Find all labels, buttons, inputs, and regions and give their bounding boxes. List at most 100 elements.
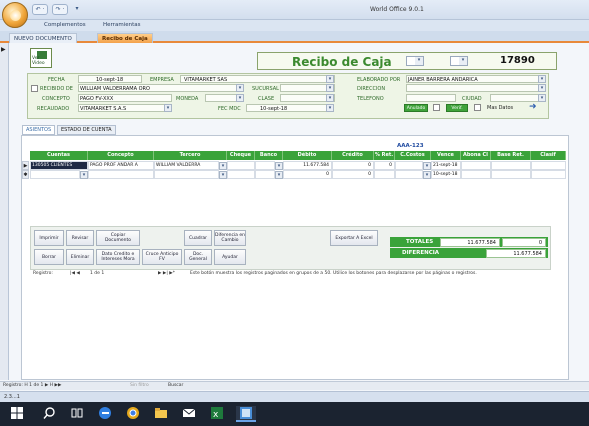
prefix-select[interactable]: ▾ [450,56,468,66]
anulado-button[interactable]: Anulado [404,104,428,112]
cell-ccostos[interactable] [395,161,423,170]
cruce-anticipo-button[interactable]: Cruce Anticipo FV [142,249,182,265]
verif-button[interactable]: Verif. [446,104,468,112]
cell-tercero[interactable]: WILLIAM VALDERRA [154,161,219,170]
borrar-button[interactable]: Borrar [34,249,64,265]
tab-recibo-de-caja[interactable]: Recibo de Caja [97,33,153,43]
chevron-down-icon[interactable]: ▾ [538,94,546,102]
chevron-down-icon[interactable]: ▾ [326,75,334,83]
mas-datos-label[interactable]: Mas Datos [487,105,513,111]
registro-value[interactable]: 1 de 1 [90,271,104,276]
chevron-down-icon[interactable]: ▾ [538,84,546,92]
chevron-down-icon[interactable]: ▾ [236,94,244,102]
chevron-down-icon[interactable]: ▾ [236,84,244,92]
windows-start-icon[interactable] [10,406,26,422]
ribbon-tab-complementos[interactable]: Complementos [44,22,86,28]
cell-debito[interactable]: 0 [283,170,332,179]
redo-icon[interactable]: ↷ · [52,4,68,15]
col-abona[interactable]: Abona CI [461,151,491,160]
cell-base-ret[interactable] [491,170,531,179]
chevron-down-icon[interactable]: ▾ [538,75,546,83]
col-ret[interactable]: % Ret. [374,151,395,160]
search-field[interactable]: Buscar [168,383,183,388]
cell-cuenta[interactable] [30,170,80,179]
first-record-icon[interactable]: |◀ ◀ [70,271,80,276]
imprimir-button[interactable]: Imprimir [34,230,64,246]
row-selector[interactable]: ▶ [22,161,29,170]
doc-general-button[interactable]: Doc. General [184,249,212,265]
arrow-right-icon[interactable]: ➜ [529,102,537,112]
chevron-down-icon[interactable]: ▾ [326,104,334,112]
col-banco[interactable]: Banco [255,151,283,160]
col-cuentas[interactable]: Cuentas [30,151,88,160]
fecmdc-field[interactable] [246,104,331,112]
cell-abona[interactable] [461,161,491,170]
ribbon-tab-herramientas[interactable]: Herramientas [103,22,140,28]
document-type-select[interactable]: ▾ [406,56,424,66]
cell-concepto[interactable] [88,170,154,179]
col-cheque[interactable]: Cheque [227,151,255,160]
col-debito[interactable]: Débito [283,151,332,160]
col-clasif[interactable]: Clasif [531,151,566,160]
dato-credito-button[interactable]: Dato Credito e Intereses Mora [96,249,140,265]
bottom-registro[interactable]: Registro: H 1 de 1 ▶ H ▶▶ [3,383,61,388]
col-vence[interactable]: Vence [431,151,461,160]
cell-ret[interactable]: 0 [374,161,395,170]
world-office-taskbar-icon[interactable] [236,406,256,422]
cell-clasif[interactable] [531,161,566,170]
search-icon[interactable] [42,406,58,422]
cell-credito[interactable]: 0 [332,161,374,170]
file-explorer-icon[interactable] [154,406,170,422]
chevron-down-icon[interactable]: ▾ [164,104,172,112]
cuadrar-button[interactable]: Cuadrar [184,230,212,246]
mail-icon[interactable] [182,406,198,422]
telefono-field[interactable] [406,94,456,102]
tab-estado-de-cuenta[interactable]: ESTADO DE CUENTA [57,125,116,135]
cell-cheque[interactable] [227,170,255,179]
new-row-selector[interactable]: ✱ [22,170,29,179]
chevron-down-icon[interactable]: ▾ [326,94,334,102]
eliminar-button[interactable]: Eliminar [66,249,94,265]
col-ccostos[interactable]: C.Costos [395,151,431,160]
exportar-excel-button[interactable]: Exportar A Excel [330,230,378,246]
cell-banco[interactable] [255,170,275,179]
verif-checkbox[interactable] [474,104,481,111]
chevron-down-icon[interactable]: ▾ [423,171,431,179]
app-orb-button[interactable] [2,2,28,28]
filter-status[interactable]: Sin filtro [130,383,149,388]
cell-credito[interactable]: 0 [332,170,374,179]
chevron-down-icon[interactable]: ▾ [423,162,431,170]
cell-vence[interactable]: 10-sept-18 [431,170,461,179]
excel-icon[interactable]: x [210,406,226,422]
chevron-down-icon[interactable]: ▾ [80,171,88,179]
cell-banco[interactable] [255,161,275,170]
document-number[interactable]: 17890 [500,55,535,66]
cell-tercero[interactable] [154,170,219,179]
chrome-icon[interactable] [126,406,142,422]
cell-cuenta[interactable]: 130505 CLIENTES [30,161,88,170]
task-view-icon[interactable] [70,406,86,422]
cell-debito[interactable]: 11.677.584 [283,161,332,170]
cell-abona[interactable] [461,170,491,179]
recibido-checkbox[interactable] [31,85,38,92]
cell-vence[interactable]: 21-sept-18 [431,161,461,170]
col-tercero[interactable]: Tercero [154,151,227,160]
undo-icon[interactable]: ↶ · [32,4,48,15]
cell-ccostos[interactable] [395,170,423,179]
edge-icon[interactable] [98,406,114,422]
direccion-field[interactable] [406,84,546,92]
cell-base-ret[interactable] [491,161,531,170]
cell-concepto[interactable]: PAGO PROF ANDAR A [88,161,154,170]
col-concepto[interactable]: Concepto [88,151,154,160]
tab-nuevo-documento[interactable]: NUEVO DOCUMENTO [9,33,77,43]
next-record-icon[interactable]: ▶ ▶| ▶* [158,271,175,276]
ver-video-button[interactable]: Ver Video [30,48,52,68]
col-base-ret[interactable]: Base Ret. [491,151,531,160]
anulado-checkbox[interactable] [433,104,440,111]
col-credito[interactable]: Crédito [332,151,374,160]
ayudar-button[interactable]: Ayudar [214,249,246,265]
tab-asientos[interactable]: ASIENTOS [22,125,56,135]
quick-access-menu-icon[interactable]: ▾ [72,4,82,15]
cell-cheque[interactable] [227,161,255,170]
chevron-down-icon[interactable]: ▾ [219,162,227,170]
